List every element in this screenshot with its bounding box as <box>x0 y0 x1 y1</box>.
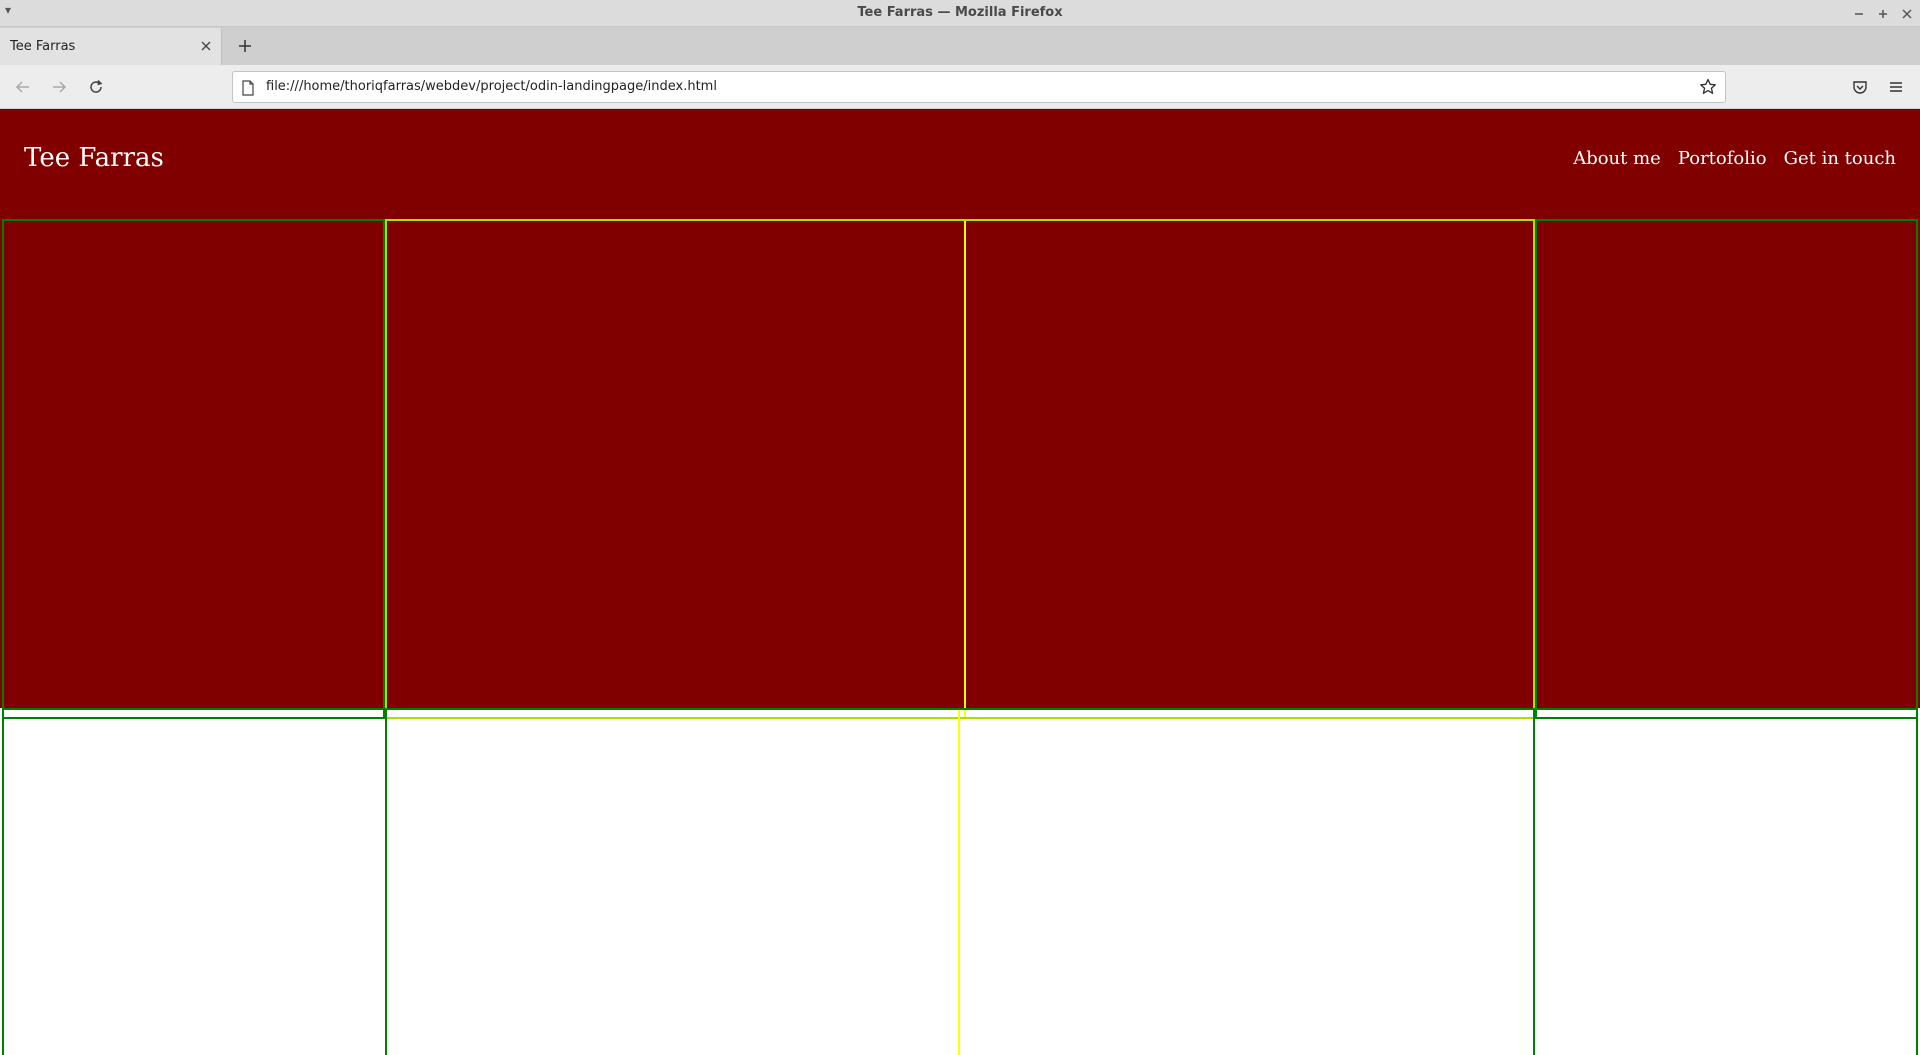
url-text[interactable]: file:///home/thoriqfarras/webdev/project… <box>266 72 717 102</box>
window-titlebar: ▾ Tee Farras — Mozilla Firefox <box>0 0 1920 27</box>
content-right-column <box>1533 708 1918 1055</box>
pocket-icon[interactable] <box>1849 76 1871 98</box>
page-viewport: Tee Farras About me Portofolio Get in to… <box>0 109 1920 1055</box>
hero-left-column <box>2 219 385 719</box>
star-icon[interactable] <box>1699 78 1717 96</box>
site-nav: About me Portofolio Get in touch <box>1573 109 1896 208</box>
close-icon[interactable] <box>1900 7 1914 21</box>
hero-center-divider <box>964 221 966 717</box>
nav-link-get-in-touch[interactable]: Get in touch <box>1784 148 1896 169</box>
hero-right-column <box>1535 219 1918 719</box>
site-header: Tee Farras About me Portofolio Get in to… <box>0 109 1920 208</box>
nav-link-about-me[interactable]: About me <box>1573 148 1661 169</box>
tab-title: Tee Farras <box>10 39 76 54</box>
hamburger-icon[interactable] <box>1885 76 1907 98</box>
plus-icon[interactable] <box>234 35 256 57</box>
reload-icon[interactable] <box>85 76 107 98</box>
minimize-icon[interactable] <box>1852 7 1866 21</box>
content-left-column <box>2 708 387 1055</box>
page-icon <box>241 80 255 96</box>
close-icon[interactable] <box>199 39 213 53</box>
navigation-toolbar: file:///home/thoriqfarras/webdev/project… <box>0 65 1920 109</box>
arrow-left-icon[interactable] <box>12 76 34 98</box>
maximize-icon[interactable] <box>1876 7 1890 21</box>
tab-tee-farras[interactable]: Tee Farras <box>0 28 222 65</box>
window-title: Tee Farras — Mozilla Firefox <box>857 5 1063 20</box>
content-center-column <box>385 708 1535 1055</box>
tab-strip: Tee Farras <box>0 27 1920 65</box>
address-bar[interactable]: file:///home/thoriqfarras/webdev/project… <box>232 71 1726 103</box>
hero-center-column <box>385 219 1535 719</box>
site-logo[interactable]: Tee Farras <box>24 109 164 208</box>
hero-section <box>0 208 1920 719</box>
nav-link-portofolio[interactable]: Portofolio <box>1678 148 1767 169</box>
arrow-right-icon[interactable] <box>48 76 70 98</box>
window-controls <box>1852 0 1914 27</box>
content-center-divider <box>958 710 960 1055</box>
